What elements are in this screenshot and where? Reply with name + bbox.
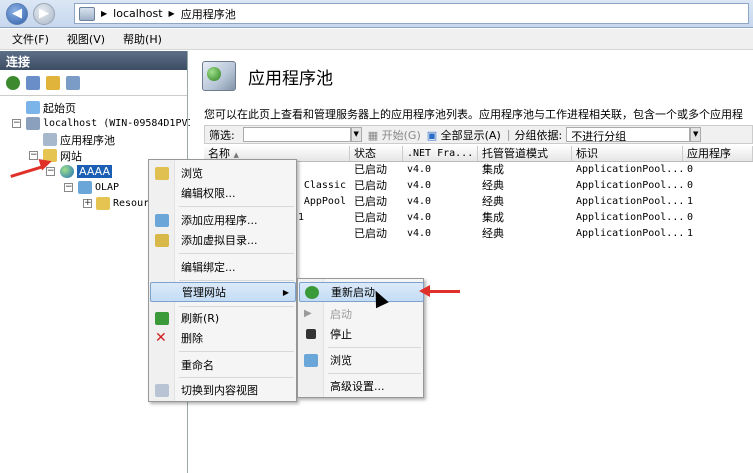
tree-item-localhost[interactable]: localhost (WIN-09584D1PVI — [26, 116, 194, 131]
submenu-arrow-icon: ▶ — [282, 287, 289, 297]
restart-icon — [305, 285, 319, 299]
column-applications[interactable]: 应用程序 — [683, 146, 753, 161]
app-pools-large-icon — [202, 61, 236, 91]
folder-up-icon[interactable] — [46, 75, 60, 90]
address-bar: ◀ ▶ ▶ localhost ▶ 应用程序池 — [0, 0, 753, 28]
website-globe-icon — [60, 165, 74, 178]
group-by-select[interactable]: 不进行分组 — [566, 127, 691, 143]
connect-icon[interactable] — [6, 75, 20, 90]
breadcrumb-app-pools[interactable]: 应用程序池 — [181, 6, 236, 22]
folder-icon — [96, 197, 110, 210]
expand-icon[interactable]: + — [83, 199, 92, 208]
stop-icon — [306, 329, 316, 339]
breadcrumb-chevron-icon: ▶ — [101, 9, 108, 18]
connections-toolbar — [0, 70, 187, 96]
tree-item-resour[interactable]: Resour — [96, 196, 149, 211]
menu-item-restart[interactable]: 重新启动 — [299, 282, 424, 302]
collapse-icon[interactable]: − — [64, 183, 73, 192]
show-all-button[interactable]: ▣ 全部显示(A) — [427, 127, 501, 143]
menu-item-delete[interactable]: ✕ 删除 — [150, 328, 296, 348]
start-page-icon — [26, 101, 40, 114]
menu-item-stop[interactable]: 停止 — [299, 324, 424, 344]
menu-item-advanced-settings[interactable]: 高级设置... — [299, 376, 424, 396]
tree-item-site-aaaa[interactable]: AAAA — [60, 164, 113, 179]
breadcrumb-chevron-icon: ▶ — [168, 9, 175, 18]
server-icon — [26, 117, 40, 130]
menu-item-start[interactable]: ▶ 启动 — [299, 304, 424, 324]
column-pipeline-mode[interactable]: 托管管道模式 — [478, 146, 572, 161]
menu-item-add-virtual-directory[interactable]: 添加虚拟目录... — [150, 230, 296, 250]
menu-file[interactable]: 文件(F) — [12, 31, 49, 47]
connections-header: 连接 — [0, 51, 187, 70]
delete-x-icon: ✕ — [155, 329, 167, 346]
browse-icon — [155, 166, 169, 180]
menu-item-switch-content-view[interactable]: 切换到内容视图 — [150, 380, 296, 400]
filter-input[interactable] — [242, 127, 351, 142]
refresh-icon — [155, 311, 169, 325]
toolbar-separator: | — [506, 128, 511, 141]
browse-site-icon — [304, 353, 318, 367]
column-identity[interactable]: 标识 — [572, 146, 683, 161]
show-all-icon: ▣ — [426, 128, 438, 142]
page-title-area: 应用程序池 — [202, 61, 333, 91]
menu-item-rename[interactable]: 重命名 — [150, 355, 296, 375]
group-by-dropdown-icon[interactable]: ▼ — [690, 127, 702, 142]
menu-item-browse-site[interactable]: 浏览 — [299, 350, 424, 370]
menu-item-edit-permissions[interactable]: 编辑权限... — [150, 183, 296, 203]
connect-server-icon[interactable] — [66, 75, 80, 90]
collapse-icon[interactable]: − — [12, 119, 21, 128]
filter-dropdown-icon[interactable]: ▼ — [350, 127, 362, 142]
back-button[interactable]: ◀ — [6, 3, 28, 25]
menu-item-manage-website[interactable]: 管理网站 ▶ — [150, 282, 296, 302]
content-view-icon — [155, 383, 169, 397]
tree-item-start-page[interactable]: 起始页 — [26, 100, 76, 115]
filter-label: 筛选: — [209, 128, 235, 142]
iis-icon — [79, 6, 95, 21]
page-title: 应用程序池 — [248, 68, 333, 89]
start-filter-button[interactable]: ▦ 开始(G) — [368, 127, 421, 143]
annotation-arrow-icon — [419, 285, 460, 297]
column-status[interactable]: 状态 — [350, 146, 403, 161]
filter-bar: 筛选: ▼ ▦ 开始(G) ▣ 全部显示(A) | 分组依据: 不进行分组 ▼ — [204, 125, 753, 144]
tree-item-olap[interactable]: OLAP — [78, 180, 119, 195]
manage-website-submenu: 重新启动 ▶ 启动 停止 浏览 高级设置... — [297, 278, 424, 398]
breadcrumb-localhost[interactable]: localhost — [113, 7, 162, 20]
start-play-icon: ▶ — [304, 307, 312, 319]
menu-item-browse[interactable]: 浏览 — [150, 163, 296, 183]
app-pool-icon — [43, 133, 57, 146]
site-context-menu: 浏览 编辑权限... 添加应用程序... 添加虚拟目录... 编辑绑定... 管… — [148, 159, 297, 402]
forward-button[interactable]: ▶ — [33, 3, 55, 25]
collapse-icon[interactable]: − — [29, 151, 38, 160]
address-field[interactable]: ▶ localhost ▶ 应用程序池 — [74, 3, 749, 24]
page-description: 您可以在此页上查看和管理服务器上的应用程序池列表。应用程序池与工作进程相关联，包… — [204, 108, 743, 121]
save-icon[interactable] — [26, 75, 40, 90]
sort-ascending-icon: ▲ — [233, 151, 239, 159]
start-icon: ▦ — [367, 128, 379, 142]
tree-item-app-pools[interactable]: 应用程序池 — [43, 132, 115, 147]
application-icon — [78, 181, 92, 194]
add-virtual-directory-icon — [155, 233, 169, 247]
menu-item-add-application[interactable]: 添加应用程序... — [150, 210, 296, 230]
menu-item-refresh[interactable]: 刷新(R) — [150, 308, 296, 328]
column-net-framework[interactable]: .NET Fra... — [403, 146, 478, 161]
group-by-label: 分组依据: — [514, 128, 563, 142]
add-application-icon — [155, 213, 169, 227]
menu-help[interactable]: 帮助(H) — [123, 31, 162, 47]
menu-view[interactable]: 视图(V) — [67, 31, 105, 47]
menu-bar: 文件(F) 视图(V) 帮助(H) — [0, 29, 753, 50]
menu-item-edit-bindings[interactable]: 编辑绑定... — [150, 257, 296, 277]
